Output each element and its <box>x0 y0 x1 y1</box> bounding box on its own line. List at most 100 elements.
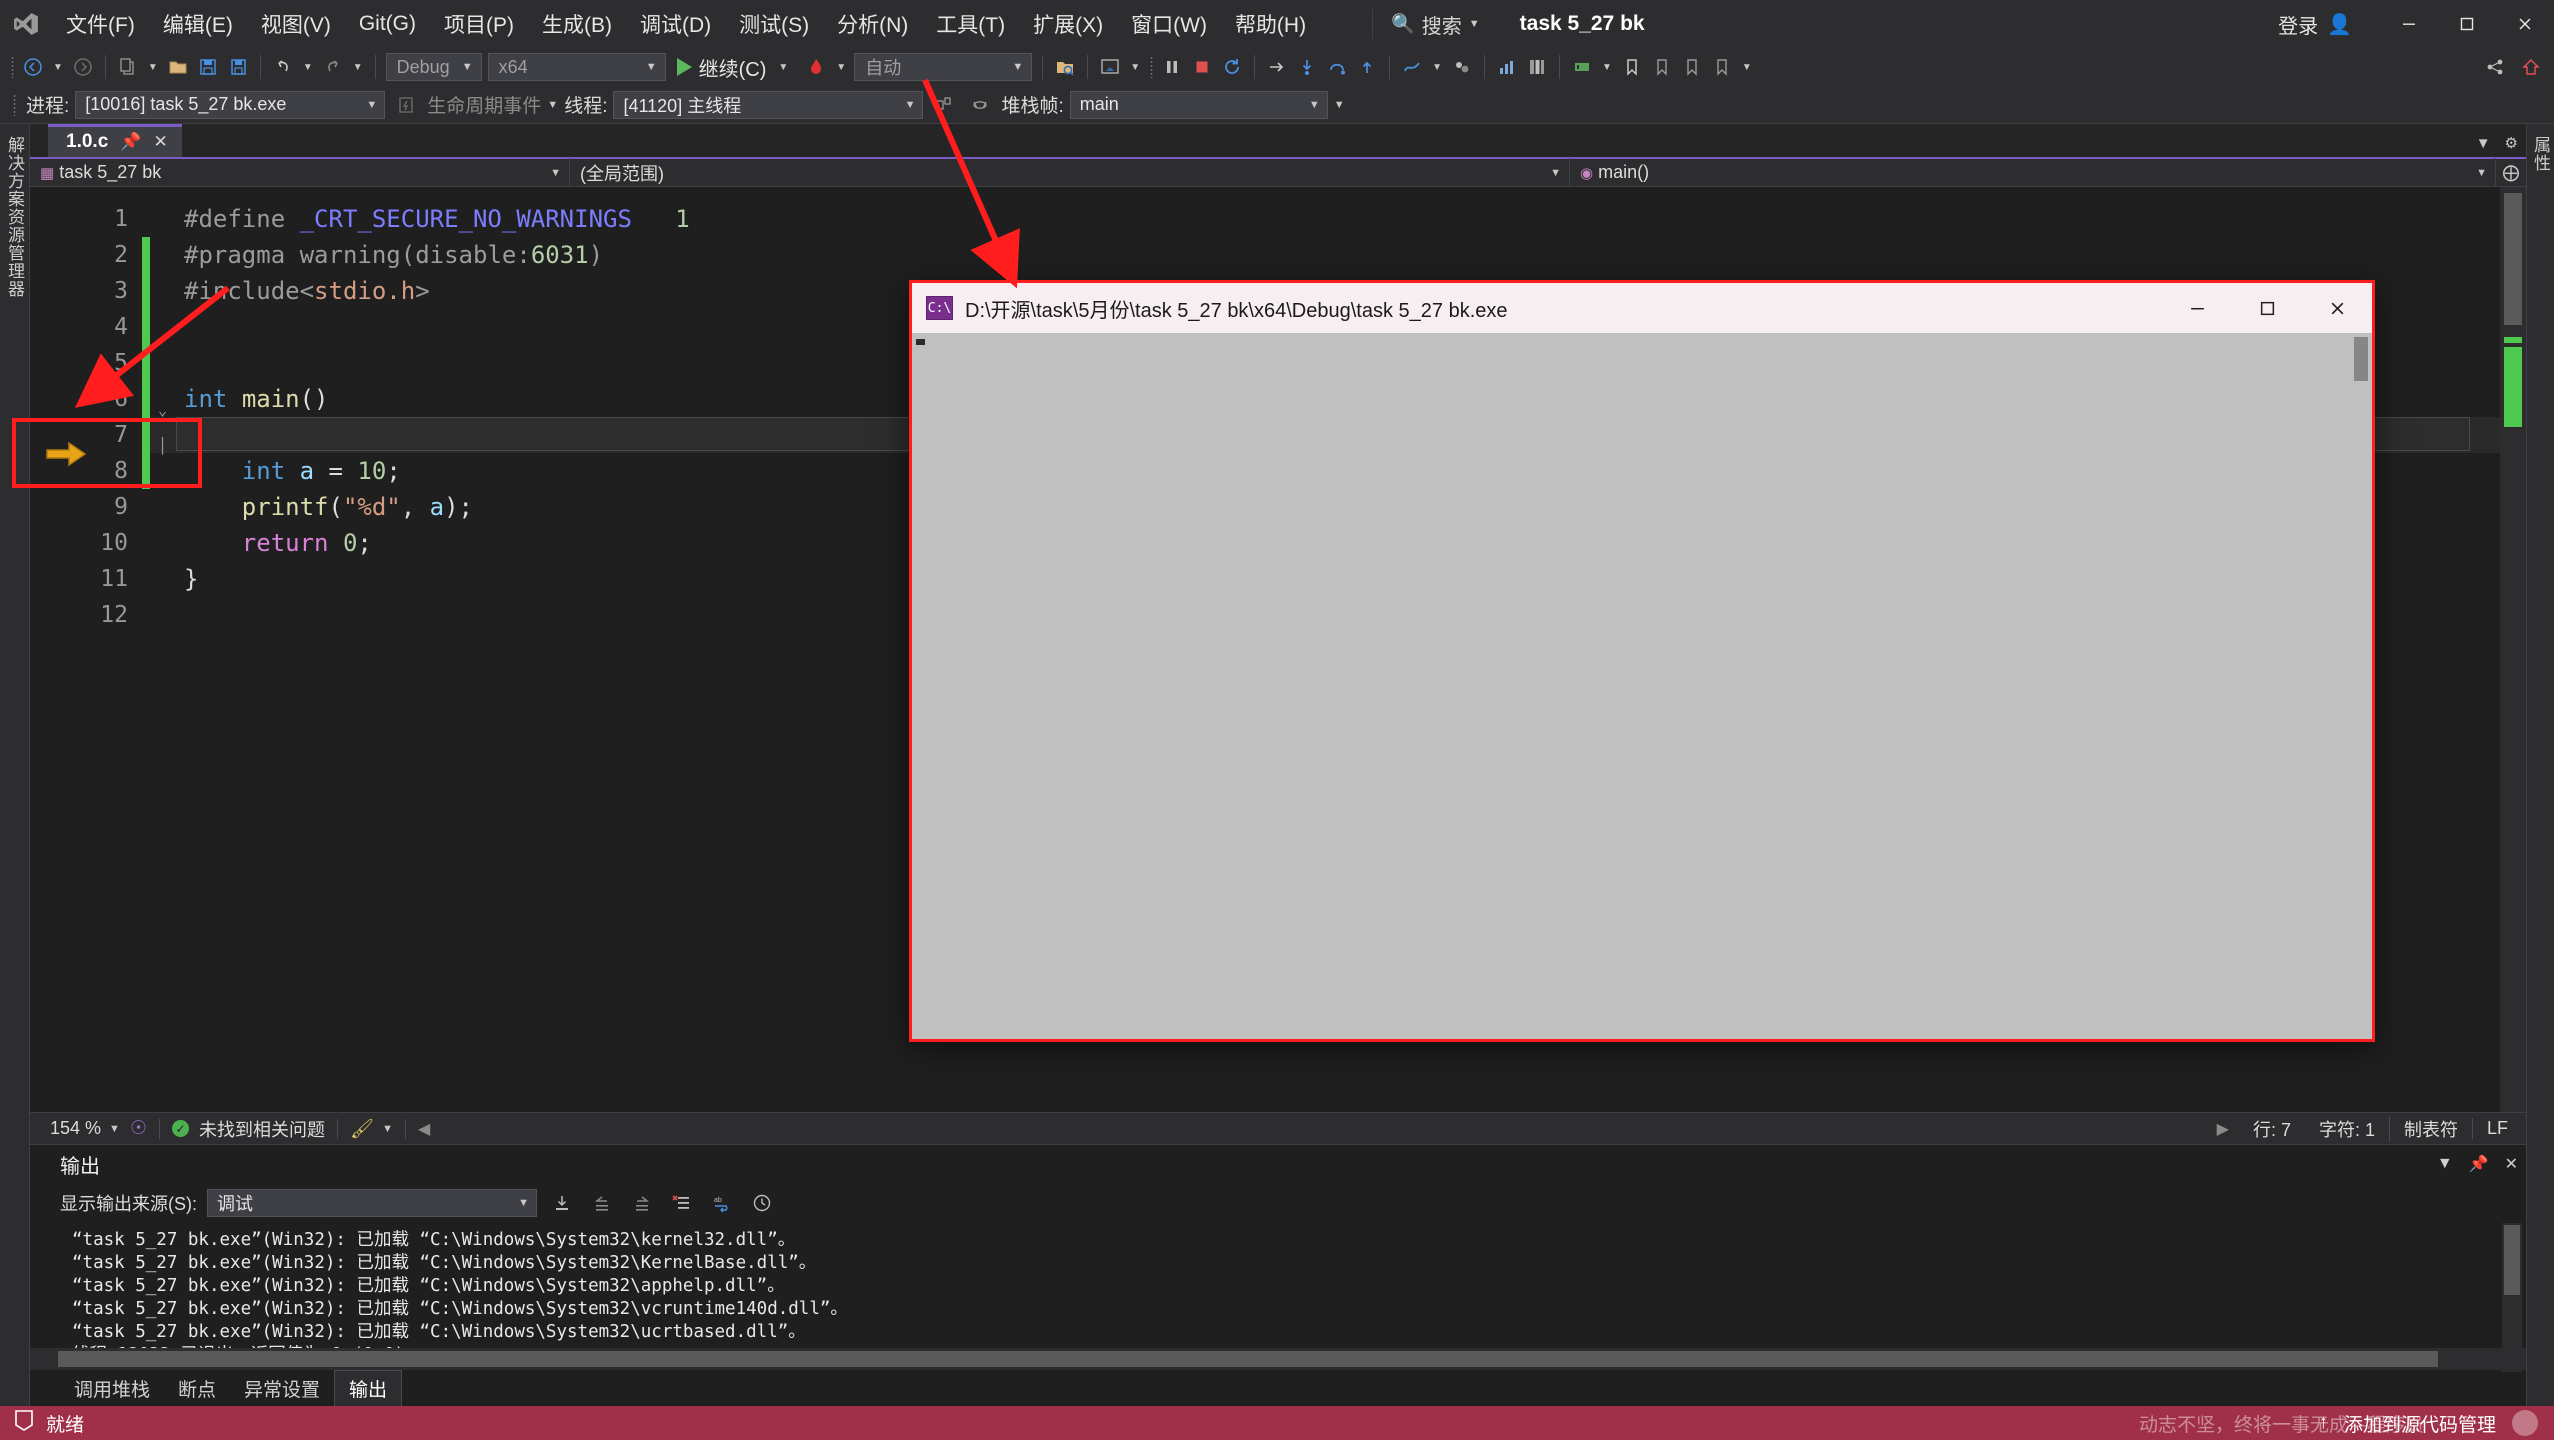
menu-file[interactable]: 文件(F) <box>52 3 149 45</box>
scope-select[interactable]: (全局范围) ▼ <box>570 157 1570 188</box>
output-horizontal-scrollbar[interactable] <box>30 1348 2526 1370</box>
lifecycle-dropdown-icon[interactable]: ▼ <box>547 99 558 111</box>
new-dropdown-icon[interactable]: ▼ <box>143 62 163 73</box>
new-project-button[interactable] <box>113 51 143 83</box>
bookmark-clear-icon[interactable] <box>1707 51 1737 83</box>
indentation-indicator[interactable]: 制表符 <box>2388 1115 2472 1142</box>
stop-debugging-button[interactable] <box>1187 51 1217 83</box>
document-tab-1-0-c[interactable]: 1.0.c 📌 ✕ <box>48 124 182 157</box>
continue-button[interactable]: 继续(C) ▼ <box>669 51 802 83</box>
close-icon[interactable]: ✕ <box>2505 1154 2518 1174</box>
memory-window-icon[interactable] <box>1567 51 1597 83</box>
chevron-down-icon[interactable]: ▼ <box>2476 135 2491 152</box>
line-ending-indicator[interactable]: LF <box>2471 1118 2522 1139</box>
undo-button[interactable] <box>268 51 298 83</box>
menu-window[interactable]: 窗口(W) <box>1117 3 1221 45</box>
navigate-backward-button[interactable] <box>18 51 48 83</box>
split-editor-icon[interactable]: ⨁ <box>2496 163 2526 183</box>
minimize-button[interactable] <box>2380 0 2438 48</box>
properties-rail[interactable]: 属性 <box>2526 124 2554 1406</box>
console-window[interactable]: C:\ D:\开源\task\5月份\task 5_27 bk\x64\Debu… <box>909 280 2375 1042</box>
search-box[interactable]: 🔍 搜索 ▼ <box>1372 9 1480 39</box>
menu-extensions[interactable]: 扩展(X) <box>1019 3 1117 45</box>
menu-debug[interactable]: 调试(D) <box>626 3 725 45</box>
go-to-next-icon[interactable] <box>627 1189 657 1217</box>
output-source-select[interactable]: 调试 ▼ <box>207 1189 537 1217</box>
notification-badge[interactable] <box>2512 1410 2538 1436</box>
scrollbar-thumb[interactable] <box>58 1351 2438 1367</box>
scroll-left-icon[interactable]: ◀ <box>418 1119 430 1139</box>
thread-dropdown-icon[interactable]: ▼ <box>1427 62 1447 73</box>
code-line-2[interactable]: #pragma warning(disable:6031) <box>150 237 2500 273</box>
gear-icon[interactable]: ⚙ <box>2505 134 2518 152</box>
bookmark-next-icon[interactable] <box>1677 51 1707 83</box>
hot-reload-button[interactable] <box>801 51 831 83</box>
live-share-icon[interactable] <box>1095 51 1125 83</box>
toggle-word-wrap-icon[interactable]: ab <box>707 1189 737 1217</box>
console-maximize-button[interactable] <box>2232 283 2302 333</box>
clear-all-icon[interactable] <box>667 1189 697 1217</box>
code-cleanup-icon[interactable]: 🖌 <box>350 1117 374 1141</box>
show-next-statement-button[interactable] <box>1262 51 1292 83</box>
member-select[interactable]: ◉ main() ▼ <box>1570 157 2496 188</box>
menu-test[interactable]: 测试(S) <box>725 3 823 45</box>
thread-marker-icon[interactable] <box>1397 51 1427 83</box>
solution-platform-select[interactable]: x64 ▼ <box>487 53 666 81</box>
menu-build[interactable]: 生成(B) <box>528 3 626 45</box>
feedback-icon[interactable] <box>2516 51 2546 83</box>
debugbar-grip[interactable] <box>8 92 20 118</box>
restart-button[interactable] <box>1217 51 1247 83</box>
step-out-button[interactable] <box>1352 51 1382 83</box>
menu-edit[interactable]: 编辑(E) <box>149 3 247 45</box>
console-title-bar[interactable]: C:\ D:\开源\task\5月份\task 5_27 bk\x64\Debu… <box>912 283 2372 333</box>
chevron-down-icon[interactable]: ▼ <box>2437 1155 2453 1173</box>
step-over-button[interactable] <box>1322 51 1352 83</box>
menu-project[interactable]: 项目(P) <box>430 3 528 45</box>
code-metrics-icon[interactable] <box>1492 51 1522 83</box>
save-all-button[interactable] <box>223 51 253 83</box>
tab-exception-settings[interactable]: 异常设置 <box>230 1371 334 1406</box>
intellicode-icon[interactable]: ☉ <box>130 1117 147 1140</box>
pin-icon[interactable]: 📌 <box>120 132 141 152</box>
maximize-button[interactable] <box>2438 0 2496 48</box>
console-output-area[interactable] <box>912 333 2372 1039</box>
source-control-label[interactable]: 添加到源代码管理 <box>2344 1410 2496 1437</box>
open-file-button[interactable] <box>163 51 193 83</box>
menu-analyze[interactable]: 分析(N) <box>823 3 922 45</box>
undo-dropdown-icon[interactable]: ▼ <box>298 62 318 73</box>
redo-button[interactable] <box>318 51 348 83</box>
toolbar-grip[interactable] <box>6 54 18 80</box>
toolbar-overflow-icon[interactable]: ▼ <box>1737 62 1757 73</box>
show-timestamps-icon[interactable] <box>747 1189 777 1217</box>
stackframe-select[interactable]: main ▼ <box>1069 90 1328 119</box>
menu-git[interactable]: Git(G) <box>345 6 430 42</box>
columns-icon[interactable] <box>1522 51 1552 83</box>
go-to-previous-icon[interactable] <box>587 1189 617 1217</box>
tab-output[interactable]: 输出 <box>334 1369 403 1406</box>
solution-explorer-rail[interactable]: 解决方案资源管理器 <box>0 124 30 1406</box>
bookmark-prev-icon[interactable] <box>1647 51 1677 83</box>
menu-view[interactable]: 视图(V) <box>247 3 345 45</box>
redo-dropdown-icon[interactable]: ▼ <box>348 62 368 73</box>
auto-attach-select[interactable]: 自动 ▼ <box>854 53 1033 81</box>
source-control-up-icon[interactable]: ↑ <box>2318 1412 2328 1434</box>
close-icon[interactable]: ✕ <box>153 132 167 152</box>
diagnostics-icon[interactable] <box>1447 51 1477 83</box>
hot-reload-dropdown-icon[interactable]: ▼ <box>831 62 851 73</box>
project-select[interactable]: ▦ task 5_27 bk ▼ <box>30 157 570 188</box>
scrollbar-thumb[interactable] <box>2504 1225 2520 1295</box>
console-minimize-button[interactable] <box>2162 283 2232 333</box>
share-icon[interactable] <box>2480 51 2510 83</box>
parallel-stacks-icon[interactable] <box>929 89 959 121</box>
chevron-down-icon[interactable]: ▼ <box>382 1123 393 1135</box>
menu-help[interactable]: 帮助(H) <box>1221 3 1320 45</box>
editor-vertical-scrollbar[interactable] <box>2500 187 2526 1112</box>
output-text-area[interactable]: “task 5_27 bk.exe”(Win32): 已加载 “C:\Windo… <box>30 1223 2526 1348</box>
memory-dropdown-icon[interactable]: ▼ <box>1597 62 1617 73</box>
save-button[interactable] <box>193 51 223 83</box>
scrollbar-thumb[interactable] <box>2354 337 2368 381</box>
zoom-select[interactable]: 154 % ▼ <box>40 1118 130 1139</box>
find-message-icon[interactable] <box>547 1189 577 1217</box>
sign-in-button[interactable]: 登录 👤 <box>2278 10 2352 39</box>
close-button[interactable] <box>2496 0 2554 48</box>
